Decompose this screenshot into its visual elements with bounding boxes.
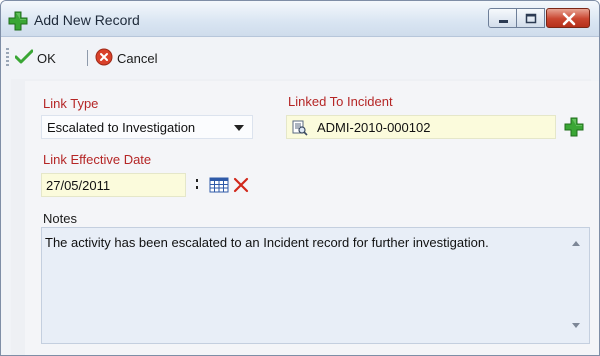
cancel-button[interactable]: Cancel: [95, 47, 157, 69]
maximize-button[interactable]: [517, 8, 545, 28]
close-icon: [562, 12, 576, 26]
scroll-down-icon[interactable]: [572, 323, 580, 328]
toolbar: OK Cancel: [1, 38, 599, 78]
notes-text: The activity has been escalated to an In…: [45, 235, 489, 250]
close-button[interactable]: [546, 8, 590, 28]
notes-textarea[interactable]: The activity has been escalated to an In…: [41, 227, 590, 344]
ok-label: OK: [37, 50, 56, 66]
maximize-icon: [525, 13, 537, 24]
green-plus-icon[interactable]: [564, 117, 584, 140]
link-effective-date-label: Link Effective Date: [43, 152, 152, 167]
checkmark-icon: [14, 49, 34, 68]
calendar-icon[interactable]: [209, 177, 229, 196]
toolbar-separator: [87, 50, 88, 66]
date-value: 27/05/2011: [46, 177, 111, 193]
dialog-window: Add New Record OK Cancel Link Type Escal…: [0, 0, 600, 356]
linked-incident-value: ADMI-2010-000102: [317, 120, 431, 135]
linked-to-incident-label: Linked To Incident: [288, 94, 393, 109]
ok-button[interactable]: OK: [14, 47, 56, 69]
link-type-value: Escalated to Investigation: [47, 119, 196, 135]
title-bar[interactable]: Add New Record: [1, 1, 599, 37]
minimize-icon: [499, 20, 508, 23]
scroll-up-icon[interactable]: [572, 241, 580, 246]
date-spinner[interactable]: [193, 176, 201, 195]
cancel-label: Cancel: [117, 50, 158, 66]
toolbar-grip[interactable]: [6, 48, 9, 66]
green-plus-icon: [8, 11, 28, 31]
window-title: Add New Record: [34, 12, 140, 28]
red-x-circle-icon: [95, 48, 113, 69]
red-x-icon[interactable]: [233, 177, 249, 196]
link-type-dropdown[interactable]: Escalated to Investigation: [41, 115, 253, 139]
linked-to-incident-field[interactable]: ADMI-2010-000102: [286, 115, 556, 139]
link-type-label: Link Type: [43, 96, 99, 111]
minimize-button[interactable]: [488, 8, 517, 28]
lookup-icon[interactable]: [292, 120, 308, 139]
chevron-down-icon[interactable]: [234, 125, 244, 131]
link-effective-date-input[interactable]: 27/05/2011: [41, 173, 186, 197]
notes-label: Notes: [43, 211, 77, 226]
